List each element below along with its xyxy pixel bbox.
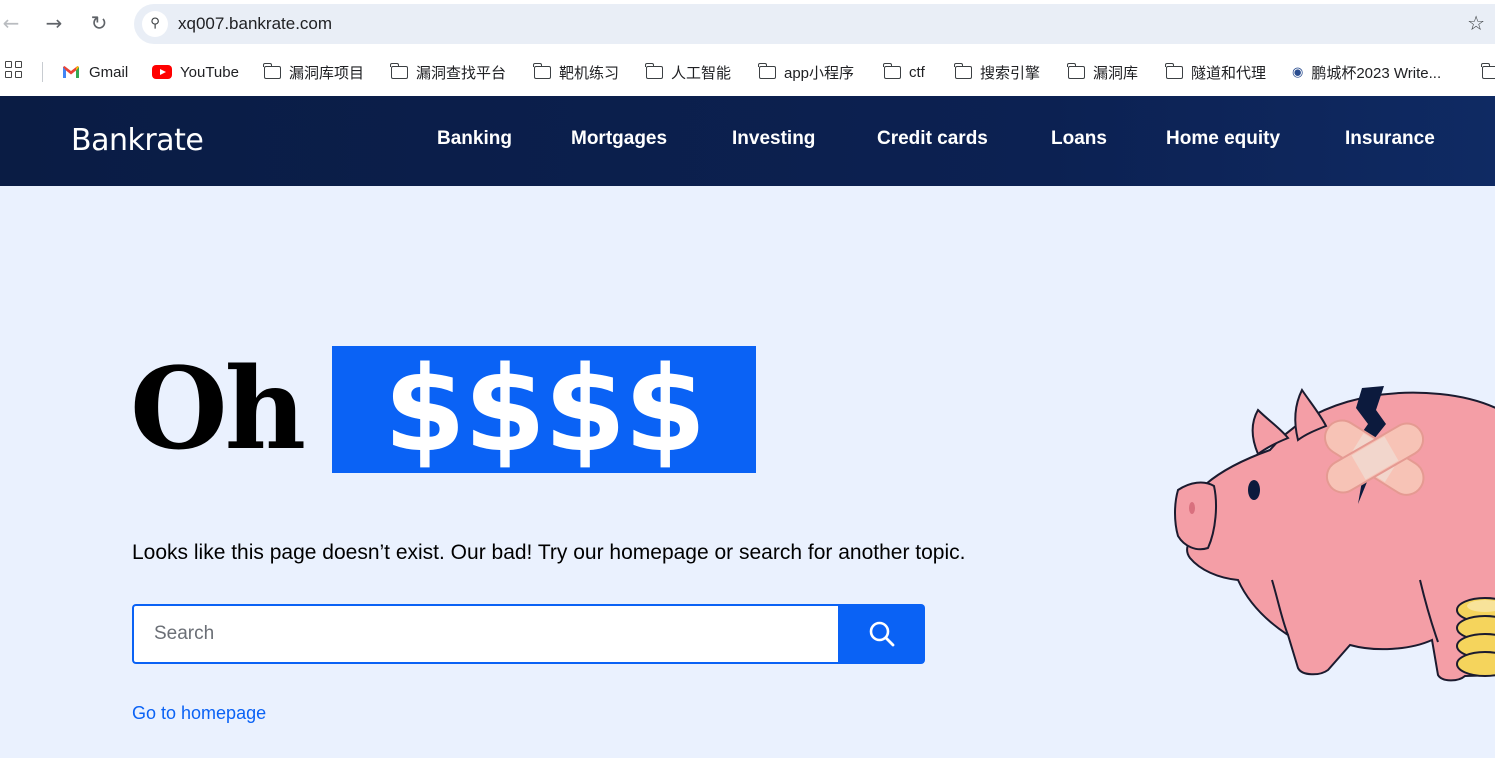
error-headline: Oh $$$$ <box>130 344 756 475</box>
nav-banking[interactable]: Banking <box>437 128 512 150</box>
url-text[interactable]: xq007.bankrate.com <box>178 14 332 34</box>
gmail-icon <box>63 66 79 78</box>
bookmark-label: YouTube <box>180 63 239 81</box>
nav-investing[interactable]: Investing <box>732 128 815 150</box>
bookmark-label: ctf <box>909 63 925 81</box>
bookmark-folder[interactable]: app小程序 <box>758 61 855 83</box>
bookmark-label: 漏洞库项目 <box>289 64 365 82</box>
bookmark-label: Gmail <box>89 63 129 81</box>
bookmark-label: 漏洞查找平台 <box>416 64 507 82</box>
folder-icon <box>758 62 776 79</box>
bankrate-logo[interactable]: Bankrate <box>71 123 204 158</box>
bookmark-label: 隧道和代理 <box>1191 64 1267 82</box>
folder-icon <box>645 62 663 79</box>
bookmark-folder[interactable]: 人工智能 <box>645 61 732 83</box>
bookmark-folder[interactable]: 漏洞库 <box>1067 61 1139 83</box>
bookmark-star-icon[interactable]: ☆ <box>1467 11 1485 35</box>
nav-home-equity[interactable]: Home equity <box>1166 128 1280 150</box>
site-header: Bankrate Banking Mortgages Investing Cre… <box>0 96 1495 186</box>
nav-insurance[interactable]: Insurance <box>1345 128 1435 150</box>
nav-loans[interactable]: Loans <box>1051 128 1107 150</box>
folder-icon <box>1067 62 1085 79</box>
bookmark-folder[interactable]: 漏洞查找平台 <box>390 61 507 83</box>
bookmark-gmail[interactable]: Gmail <box>62 61 128 83</box>
headline-word: Oh <box>130 344 306 475</box>
bookmark-folder-overflow[interactable] <box>1481 61 1495 83</box>
folder-icon <box>883 62 901 79</box>
bookmark-label: 人工智能 <box>671 64 732 82</box>
folder-icon <box>263 62 281 79</box>
search-icon <box>869 621 895 647</box>
bookmark-label: app小程序 <box>784 64 855 82</box>
apps-grid-icon[interactable] <box>5 61 23 79</box>
bookmark-folder[interactable]: 搜索引擎 <box>954 61 1041 83</box>
back-button[interactable]: ← <box>0 12 22 34</box>
bookmark-folder[interactable]: 靶机练习 <box>533 61 620 83</box>
search-input[interactable] <box>132 604 840 664</box>
bookmark-site[interactable]: ◉ 鹏城杯2023 Write... <box>1292 61 1441 83</box>
site-info-icon[interactable]: ⚲ <box>142 11 168 37</box>
forward-button[interactable]: → <box>43 12 65 34</box>
bookmark-folder[interactable]: 隧道和代理 <box>1165 61 1267 83</box>
folder-icon <box>1481 62 1495 79</box>
folder-icon <box>954 62 972 79</box>
bookmarks-bar: Gmail YouTube 漏洞库项目 漏洞查找平台 靶机练习 人工智能 app… <box>0 48 1495 96</box>
error-message: Looks like this page doesn’t exist. Our … <box>132 541 966 564</box>
address-bar[interactable]: ⚲ xq007.bankrate.com ☆ <box>134 4 1495 44</box>
nav-mortgages[interactable]: Mortgages <box>571 128 667 150</box>
youtube-icon <box>152 65 172 79</box>
bookmark-label: 漏洞库 <box>1093 64 1139 82</box>
search-form <box>132 604 925 664</box>
headline-highlight: $$$$ <box>332 346 756 473</box>
broken-piggy-bank-illustration <box>1174 386 1495 682</box>
bookmark-youtube[interactable]: YouTube <box>152 61 239 83</box>
bookmark-label: 搜索引擎 <box>980 64 1041 82</box>
folder-icon <box>390 62 408 79</box>
reload-button[interactable]: ↻ <box>88 12 110 34</box>
bookmark-label: 靶机练习 <box>559 64 620 82</box>
bookmark-folder[interactable]: ctf <box>883 61 925 83</box>
folder-icon <box>1165 62 1183 79</box>
folder-icon <box>533 62 551 79</box>
search-button[interactable] <box>838 604 925 664</box>
bookmarks-divider <box>42 62 43 82</box>
browser-toolbar: ← → ↻ ⚲ xq007.bankrate.com ☆ <box>0 0 1495 48</box>
nav-credit-cards[interactable]: Credit cards <box>877 128 988 150</box>
site-favicon-icon: ◉ <box>1292 64 1304 80</box>
homepage-link[interactable]: Go to homepage <box>132 703 266 724</box>
bookmark-folder[interactable]: 漏洞库项目 <box>263 61 365 83</box>
bookmark-label: 鹏城杯2023 Write... <box>1311 64 1442 82</box>
